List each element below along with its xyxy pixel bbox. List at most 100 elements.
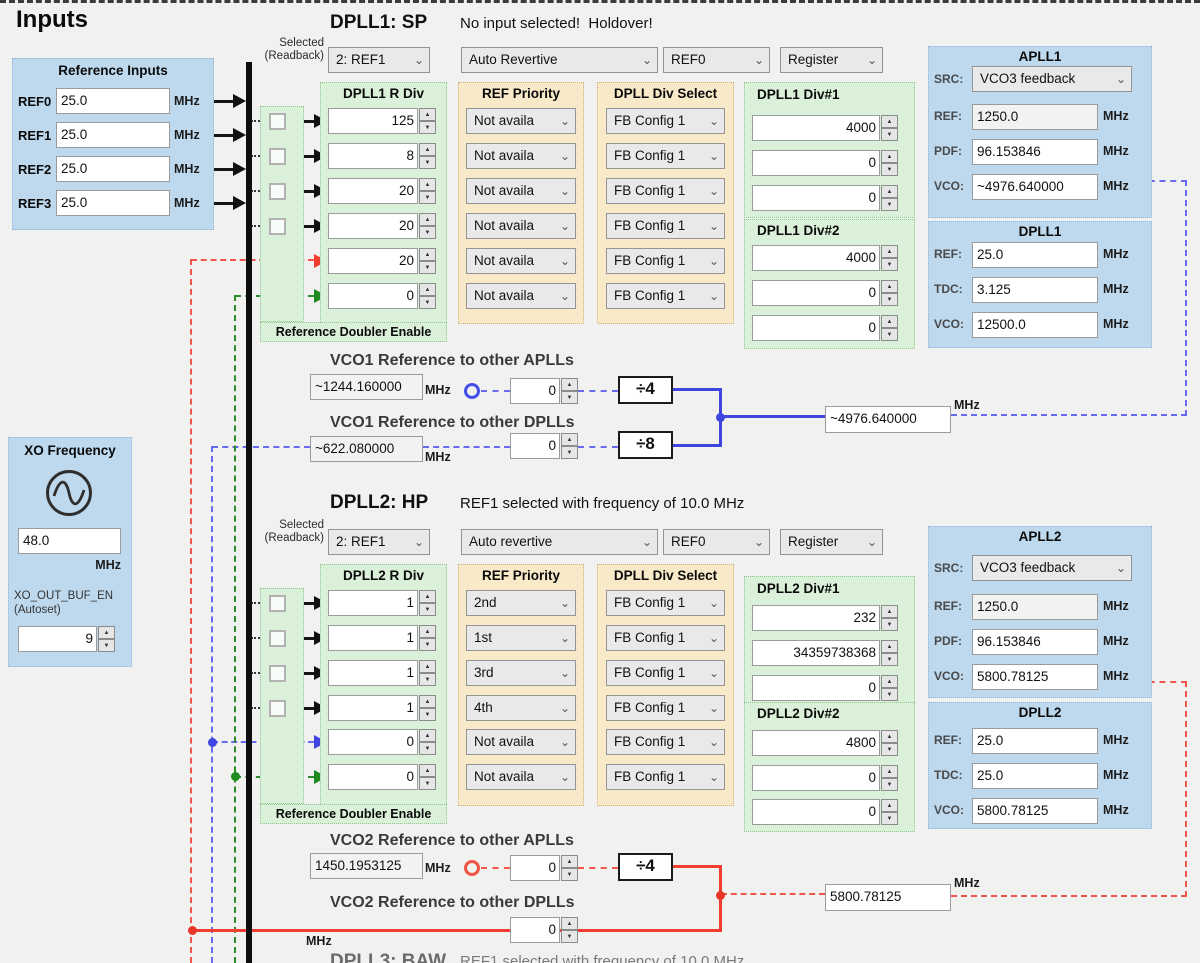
dpll1-ref-priority-dropdown-2[interactable]: Not availa⌄ — [466, 143, 576, 169]
spinner-down-button[interactable]: ▼ — [419, 296, 436, 309]
spinner-down-button[interactable]: ▼ — [561, 868, 578, 881]
vco2-to-dplls-spin-value[interactable]: 0 — [510, 917, 560, 943]
dpll1-tdc-value[interactable]: 3.125 — [972, 277, 1098, 303]
spinner-up-button[interactable]: ▲ — [419, 248, 436, 261]
dpll2-rdiv-value-4[interactable]: 1 — [328, 695, 418, 721]
spinner-down-button[interactable]: ▼ — [419, 226, 436, 239]
spinner-down-button[interactable]: ▼ — [881, 128, 898, 141]
dpll1-rdiv-value-5[interactable]: 20 — [328, 248, 418, 274]
spinner-up-button[interactable]: ▲ — [419, 283, 436, 296]
apll1-src-dropdown[interactable]: VCO3 feedback⌄ — [972, 66, 1132, 92]
spinner-down-button[interactable]: ▼ — [881, 812, 898, 825]
spinner-up-button[interactable]: ▲ — [881, 185, 898, 198]
spinner-up-button[interactable]: ▲ — [419, 178, 436, 191]
spinner-down-button[interactable]: ▼ — [881, 198, 898, 211]
dpll2-doubler-checkbox-1[interactable] — [269, 595, 286, 612]
xo-out-buf-en-value[interactable]: 9 — [18, 626, 97, 652]
spinner-up-button[interactable]: ▲ — [881, 245, 898, 258]
dpll2-ref-priority-dropdown-6[interactable]: Not availa⌄ — [466, 764, 576, 790]
vco1-to-aplls-spin-value[interactable]: 0 — [510, 378, 560, 404]
dpll2-div2-value-3[interactable]: 0 — [752, 799, 880, 825]
vco2-to-aplls-spin-value[interactable]: 0 — [510, 855, 560, 881]
spinner-down-button[interactable]: ▼ — [419, 638, 436, 651]
apll2-src-dropdown[interactable]: VCO3 feedback⌄ — [972, 555, 1132, 581]
spinner-up-button[interactable]: ▲ — [561, 855, 578, 868]
spinner-down-button[interactable]: ▼ — [419, 673, 436, 686]
dpll2-div2-value-1[interactable]: 4800 — [752, 730, 880, 756]
spinner-down-button[interactable]: ▼ — [419, 121, 436, 134]
dpll2-ref-value[interactable]: 25.0 — [972, 728, 1098, 754]
spinner-up-button[interactable]: ▲ — [419, 143, 436, 156]
dpll1-rdiv-value-4[interactable]: 20 — [328, 213, 418, 239]
spinner-up-button[interactable]: ▲ — [419, 213, 436, 226]
spinner-down-button[interactable]: ▼ — [881, 688, 898, 701]
dpll2-ref-priority-dropdown-1[interactable]: 2nd⌄ — [466, 590, 576, 616]
spinner-down-button[interactable]: ▼ — [881, 618, 898, 631]
spinner-down-button[interactable]: ▼ — [561, 930, 578, 943]
spinner-up-button[interactable]: ▲ — [881, 605, 898, 618]
ref0-frequency-input[interactable]: 25.0 — [56, 88, 170, 114]
spinner-up-button[interactable]: ▲ — [881, 115, 898, 128]
spinner-down-button[interactable]: ▼ — [881, 293, 898, 306]
dpll2-div1-value-1[interactable]: 232 — [752, 605, 880, 631]
dpll2-div-select-dropdown-5[interactable]: FB Config 1⌄ — [606, 729, 725, 755]
dpll1-rdiv-value-6[interactable]: 0 — [328, 283, 418, 309]
spinner-up-button[interactable]: ▲ — [419, 625, 436, 638]
dpll2-reference-select-dropdown[interactable]: REF0⌄ — [663, 529, 770, 555]
ref1-frequency-input[interactable]: 25.0 — [56, 122, 170, 148]
apll2-vco-value[interactable]: 5800.78125 — [972, 664, 1098, 690]
spinner-down-button[interactable]: ▼ — [881, 163, 898, 176]
spinner-up-button[interactable]: ▲ — [561, 917, 578, 930]
dpll1-ref-priority-dropdown-6[interactable]: Not availa⌄ — [466, 283, 576, 309]
dpll1-revertive-mode-dropdown[interactable]: Auto Revertive⌄ — [461, 47, 658, 73]
dpll1-div2-value-1[interactable]: 4000 — [752, 245, 880, 271]
dpll1-ref-value[interactable]: 25.0 — [972, 242, 1098, 268]
dpll2-div1-value-3[interactable]: 0 — [752, 675, 880, 701]
dpll1-selected-readback-dropdown[interactable]: 2: REF1⌄ — [328, 47, 430, 73]
spinner-up-button[interactable]: ▲ — [881, 799, 898, 812]
dpll2-div2-value-2[interactable]: 0 — [752, 765, 880, 791]
apll1-pdf-value[interactable]: 96.153846 — [972, 139, 1098, 165]
dpll1-div2-value-3[interactable]: 0 — [752, 315, 880, 341]
spinner-down-button[interactable]: ▼ — [419, 156, 436, 169]
spinner-up-button[interactable]: ▲ — [419, 729, 436, 742]
spinner-up-button[interactable]: ▲ — [881, 150, 898, 163]
spinner-up-button[interactable]: ▲ — [561, 378, 578, 391]
dpll2-div-select-dropdown-4[interactable]: FB Config 1⌄ — [606, 695, 725, 721]
dpll2-div-select-dropdown-3[interactable]: FB Config 1⌄ — [606, 660, 725, 686]
spinner-down-button[interactable]: ▼ — [419, 261, 436, 274]
dpll2-tdc-value[interactable]: 25.0 — [972, 763, 1098, 789]
dpll2-ref-priority-dropdown-2[interactable]: 1st⌄ — [466, 625, 576, 651]
dpll1-div1-value-3[interactable]: 0 — [752, 185, 880, 211]
spinner-down-button[interactable]: ▼ — [419, 603, 436, 616]
dpll1-rdiv-value-3[interactable]: 20 — [328, 178, 418, 204]
spinner-up-button[interactable]: ▲ — [419, 695, 436, 708]
vco1-output-value[interactable]: ~4976.640000 — [825, 406, 951, 433]
dpll1-ref-priority-dropdown-1[interactable]: Not availa⌄ — [466, 108, 576, 134]
spinner-down-button[interactable]: ▼ — [881, 258, 898, 271]
dpll1-doubler-checkbox-4[interactable] — [269, 218, 286, 235]
dpll1-div1-value-1[interactable]: 4000 — [752, 115, 880, 141]
spinner-up-button[interactable]: ▲ — [98, 626, 115, 639]
dpll2-control-mode-dropdown[interactable]: Register⌄ — [780, 529, 883, 555]
dpll2-ref-priority-dropdown-3[interactable]: 3rd⌄ — [466, 660, 576, 686]
dpll1-div-select-dropdown-3[interactable]: FB Config 1⌄ — [606, 178, 725, 204]
spinner-down-button[interactable]: ▼ — [881, 328, 898, 341]
dpll2-div-select-dropdown-6[interactable]: FB Config 1⌄ — [606, 764, 725, 790]
dpll1-div2-value-2[interactable]: 0 — [752, 280, 880, 306]
dpll1-doubler-checkbox-2[interactable] — [269, 148, 286, 165]
dpll1-doubler-checkbox-3[interactable] — [269, 183, 286, 200]
spinner-down-button[interactable]: ▼ — [419, 708, 436, 721]
dpll2-revertive-mode-dropdown[interactable]: Auto revertive⌄ — [461, 529, 658, 555]
spinner-down-button[interactable]: ▼ — [881, 778, 898, 791]
dpll1-vco-value[interactable]: 12500.0 — [972, 312, 1098, 338]
spinner-up-button[interactable]: ▲ — [419, 660, 436, 673]
spinner-down-button[interactable]: ▼ — [419, 191, 436, 204]
dpll2-div-select-dropdown-2[interactable]: FB Config 1⌄ — [606, 625, 725, 651]
vco1-to-dplls-spin-value[interactable]: 0 — [510, 433, 560, 459]
dpll1-ref-priority-dropdown-5[interactable]: Not availa⌄ — [466, 248, 576, 274]
dpll2-rdiv-value-1[interactable]: 1 — [328, 590, 418, 616]
dpll1-reference-select-dropdown[interactable]: REF0⌄ — [663, 47, 770, 73]
dpll2-vco-value[interactable]: 5800.78125 — [972, 798, 1098, 824]
spinner-up-button[interactable]: ▲ — [419, 764, 436, 777]
